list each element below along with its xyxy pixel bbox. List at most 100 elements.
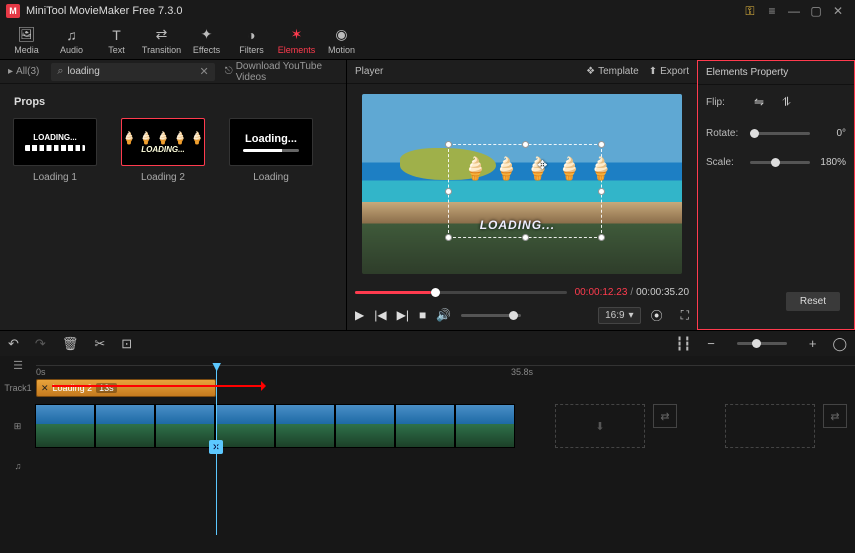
thumb-preview: LOADING... [13,118,97,166]
undo-button[interactable]: ↶ [8,336,19,352]
resize-handle[interactable] [598,234,605,241]
tab-audio[interactable]: ♫Audio [49,22,94,59]
tab-effects[interactable]: ✦Effects [184,22,229,59]
fullscreen-button[interactable]: ⛶ [681,308,689,323]
minimize-icon[interactable]: — [783,0,805,22]
timeline-ruler[interactable]: 0s 35.8s [36,365,855,366]
thumb-preview: Loading... [229,118,313,166]
zoom-slider[interactable] [737,342,787,345]
player-seek-track[interactable] [355,291,567,294]
template-button[interactable]: ❖Template [586,66,639,77]
resize-handle[interactable] [598,141,605,148]
clear-search-icon[interactable]: ✕ [200,65,209,78]
next-frame-button[interactable]: ▶| [397,308,409,322]
volume-handle[interactable] [509,311,518,320]
tab-label: Filters [239,45,264,55]
audio-track[interactable] [36,450,855,482]
all-filter-button[interactable]: ▸ All(3) [0,66,47,77]
total-time: 00:00:35.20 [636,287,689,298]
zoom-out-button[interactable]: − [707,336,715,351]
tab-text[interactable]: TText [94,22,139,59]
player-title: Player [355,66,383,77]
video-clip[interactable] [155,404,215,448]
rotate-slider[interactable] [750,132,810,135]
tab-motion[interactable]: ◉Motion [319,22,364,59]
video-clip[interactable] [215,404,275,448]
flip-label: Flip: [706,97,744,108]
zoom-fit-button[interactable]: ◯ [832,336,847,352]
stop-button[interactable]: ■ [419,308,426,322]
timeline-settings-icon[interactable]: ┇┇ [676,336,692,352]
timeline: ☰ 0s 35.8s Track1 ✕ Loading 2 13s ⊞ ⬇⇄⇄ … [0,356,855,553]
tab-label: Audio [60,45,83,55]
delete-button[interactable]: 🗑 [62,336,79,352]
resize-handle[interactable] [445,141,452,148]
timeline-options-icon[interactable]: ☰ [0,359,36,372]
asset-thumb[interactable]: Loading...Loading [226,118,316,183]
split-button[interactable]: ✂ [94,336,105,352]
drop-slot[interactable] [725,404,815,448]
video-clip[interactable] [95,404,155,448]
resize-handle[interactable] [522,141,529,148]
asset-thumb[interactable]: LOADING...Loading 1 [10,118,100,183]
flip-horizontal-button[interactable]: ⇋ [754,95,764,110]
tab-elements[interactable]: ✶Elements [274,22,319,59]
audio-track-icon[interactable]: ♫ [0,461,36,471]
crop-button[interactable]: ⊡ [121,336,132,352]
chevron-down-icon: ▾ [629,310,634,321]
tab-media[interactable]: 🖼Media [4,22,49,59]
video-clip[interactable] [335,404,395,448]
video-preview[interactable]: 🍦🍦🍦🍦🍦 ✥ LOADING... [362,94,682,274]
time-separator: / [630,287,633,298]
resize-handle[interactable] [445,234,452,241]
element-selection-box[interactable]: 🍦🍦🍦🍦🍦 ✥ LOADING... [448,144,602,238]
zoom-in-button[interactable]: + [809,336,817,351]
snapshot-button[interactable]: ⦿ [651,307,663,324]
drop-slot[interactable]: ⬇ [555,404,645,448]
video-track[interactable]: ⬇ ⇄ ⇄ [35,404,855,448]
seek-handle[interactable] [431,288,440,297]
tab-filters[interactable]: ◑Filters [229,22,274,59]
tab-transition[interactable]: ⇄Transition [139,22,184,59]
resize-handle[interactable] [522,234,529,241]
video-clip[interactable] [35,404,95,448]
volume-icon[interactable]: 🔊 [436,308,451,322]
tab-label: Effects [193,45,220,55]
current-time: 00:00:12.23 [575,287,628,298]
search-input[interactable] [68,66,200,77]
tab-label: Elements [278,45,316,55]
resize-handle[interactable] [598,188,605,195]
aspect-ratio-select[interactable]: 16:9▾ [598,307,641,324]
zoom-handle[interactable] [752,339,761,348]
reset-button[interactable]: Reset [786,292,840,311]
export-label: Export [660,66,689,77]
transition-slot[interactable]: ⇄ [653,404,677,428]
export-button[interactable]: ⬆Export [649,66,689,77]
volume-slider[interactable] [461,314,521,317]
scale-slider[interactable] [750,161,810,164]
flip-vertical-button[interactable]: ⥮ [782,95,791,110]
video-clip[interactable] [395,404,455,448]
timeline-toolbar: ↶ ↷ 🗑 ✂ ⊡ ┇┇ − + ◯ [0,330,855,356]
download-youtube-button[interactable]: ⎋Download YouTube Videos [219,61,346,83]
tab-label: Media [14,45,39,55]
scale-handle[interactable] [771,158,780,167]
playhead[interactable] [216,365,217,535]
video-track-icon[interactable]: ⊞ [0,421,35,432]
rotate-handle[interactable] [750,129,759,138]
element-clip[interactable]: ✕ Loading 2 13s [36,379,216,397]
close-icon[interactable]: ✕ [827,0,849,22]
asset-thumb[interactable]: 🍦🍦🍦🍦🍦LOADING...Loading 2 [118,118,208,183]
play-button[interactable]: ▶ [355,308,364,322]
maximize-icon[interactable]: ▢ [805,0,827,22]
video-clip[interactable] [275,404,335,448]
video-clip[interactable] [455,404,515,448]
resize-handle[interactable] [445,188,452,195]
player-timebar: 00:00:12.23 / 00:00:35.20 [347,284,697,300]
redo-button[interactable]: ↷ [35,336,46,352]
prev-frame-button[interactable]: |◀ [374,308,386,322]
transition-slot[interactable]: ⇄ [823,404,847,428]
key-icon[interactable]: ⚿ [739,0,761,22]
template-icon: ❖ [586,66,595,77]
menu-icon[interactable]: ≡ [761,0,783,22]
